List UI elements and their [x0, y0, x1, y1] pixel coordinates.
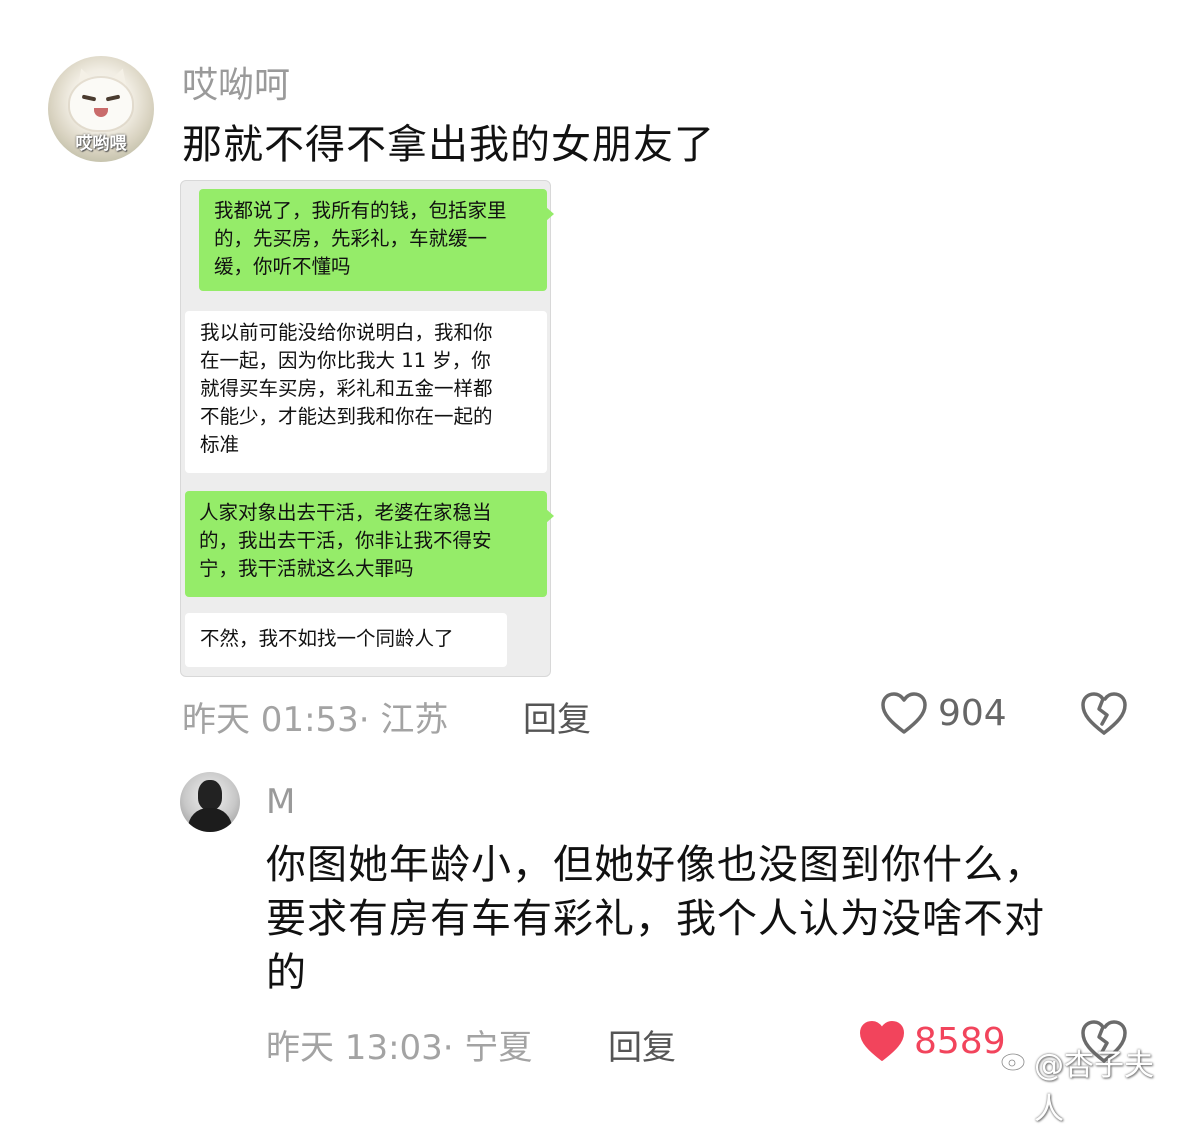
chat-line: 缓，你听不懂吗 — [214, 255, 351, 278]
avatar-figure-body — [188, 808, 232, 832]
chat-screenshot-image[interactable]: 我都说了，我所有的钱，包括家里 的，先买房，先彩礼，车就缓一 缓，你听不懂吗 我… — [180, 180, 554, 677]
comment-username[interactable]: M — [266, 782, 295, 822]
weibo-logo-icon — [1000, 1048, 1030, 1072]
chat-line: 我都说了，我所有的钱，包括家里 — [214, 199, 507, 222]
comment-text-line: 你图她年龄小，但她好像也没图到你什么， — [266, 842, 1045, 888]
user-avatar-2[interactable] — [180, 772, 240, 832]
cat-face — [70, 78, 132, 130]
reply-button[interactable]: 回复 — [608, 1020, 676, 1069]
avatar-figure-head — [198, 780, 222, 810]
chat-bubble-received: 我以前可能没给你说明白，我和你 在一起，因为你比我大 11 岁，你 就得买车买房… — [185, 311, 547, 473]
chat-line: 人家对象出去干活，老婆在家稳当 — [199, 501, 492, 524]
comment-username[interactable]: 哎呦呵 — [182, 56, 290, 108]
chat-line: 的，先买房，先彩礼，车就缓一 — [214, 227, 488, 250]
chat-bubble-sent: 我都说了，我所有的钱，包括家里 的，先买房，先彩礼，车就缓一 缓，你听不懂吗 — [199, 189, 554, 291]
chat-bubble-received: 不然，我不如找一个同龄人了 — [185, 613, 507, 667]
chat-line: 我以前可能没给你说明白，我和你 — [200, 321, 493, 344]
like-count: 904 — [938, 693, 1007, 734]
heart-outline-icon[interactable] — [879, 690, 929, 736]
chat-line: 不能少，才能达到我和你在一起的 — [200, 405, 493, 428]
broken-heart-icon[interactable] — [1078, 688, 1130, 738]
comment-text-line: 要求有房有车有彩礼，我个人认为没啥不对 — [266, 896, 1045, 942]
like-count: 8589 — [914, 1021, 1006, 1062]
comment-text: 你图她年龄小，但她好像也没图到你什么， 要求有房有车有彩礼，我个人认为没啥不对 … — [266, 838, 1146, 1000]
comment-text-line: 的 — [266, 950, 307, 996]
chat-bubble-sent: 人家对象出去干活，老婆在家稳当 的，我出去干活，你非让我不得安 宁，我干活就这么… — [185, 491, 554, 597]
chat-line: 在一起，因为你比我大 11 岁，你 — [200, 349, 491, 372]
user-avatar-1[interactable]: 哎哟喂 — [48, 56, 154, 162]
chat-line: 就得买车买房，彩礼和五金一样都 — [200, 377, 493, 400]
reply-button[interactable]: 回复 — [523, 692, 591, 741]
watermark-text: @杏子夫人 — [1034, 1048, 1154, 1127]
chat-line: 宁，我干活就这么大罪吗 — [199, 557, 414, 580]
comment-text: 那就不得不拿出我的女朋友了 — [182, 122, 715, 168]
heart-filled-icon[interactable] — [857, 1018, 907, 1064]
chat-line: 不然，我不如找一个同龄人了 — [200, 627, 454, 650]
comment-time-location: 昨天 01:53· 江苏 — [182, 700, 449, 740]
chat-line: 标准 — [200, 433, 240, 456]
comment-time-location: 昨天 13:03· 宁夏 — [266, 1028, 533, 1068]
chat-line: 的，我出去干活，你非让我不得安 — [199, 529, 492, 552]
avatar-badge-text: 哎哟喂 — [75, 134, 127, 154]
